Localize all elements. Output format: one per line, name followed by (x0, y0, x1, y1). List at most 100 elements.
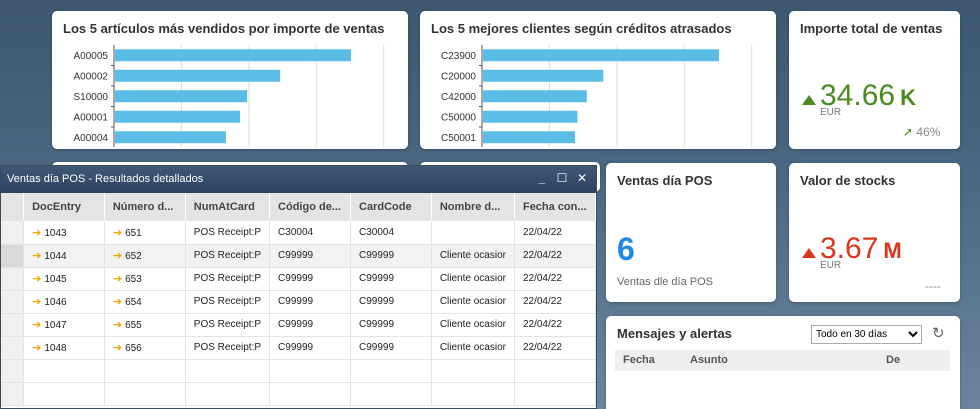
table-cell[interactable]: Cliente ocasior (431, 267, 515, 291)
table-cell[interactable] (23, 359, 105, 383)
top-items-bar[interactable] (115, 131, 226, 144)
table-cell[interactable]: POS Receipt:P (185, 313, 271, 337)
top-customers-bar[interactable] (483, 110, 578, 123)
table-cell[interactable] (431, 359, 515, 383)
table-cell[interactable]: ➔ 1048 (23, 336, 105, 360)
table-cell[interactable] (269, 359, 352, 383)
link-arrow-icon[interactable]: ➔ (32, 250, 41, 262)
column-header[interactable]: Nombre d... (431, 193, 515, 221)
messages-col-asunto[interactable]: Asunto (690, 354, 728, 366)
table-row[interactable]: ➔ 1044 ➔ 652 POS Receipt:P C99999 C99999 Client… (1, 244, 597, 268)
table-cell[interactable] (104, 359, 186, 383)
table-cell[interactable]: ➔ 654 (104, 290, 186, 314)
table-cell[interactable]: C30004 (269, 221, 352, 245)
table-row[interactable]: ➔ 1047 ➔ 655 POS Receipt:P C99999 C99999 Client… (1, 313, 597, 337)
close-icon[interactable]: ✕ (576, 171, 588, 185)
table-row[interactable]: ➔ 1048 ➔ 656 POS Receipt:P C99999 C99999 Client… (1, 336, 597, 360)
row-header[interactable] (1, 336, 25, 360)
row-header[interactable] (1, 221, 25, 245)
messages-col-de[interactable]: De (886, 354, 900, 366)
table-cell[interactable]: Cliente ocasior (431, 290, 515, 314)
table-cell[interactable]: ➔ 653 (104, 267, 186, 291)
table-cell[interactable]: C99999 (350, 290, 432, 314)
table-cell[interactable]: ➔ 655 (104, 313, 186, 337)
table-cell[interactable] (431, 382, 515, 406)
table-cell[interactable]: 22/04/22 (514, 221, 597, 245)
maximize-icon[interactable]: ☐ (556, 171, 568, 185)
column-header[interactable]: NumAtCard (185, 193, 271, 221)
table-cell[interactable] (350, 359, 432, 383)
table-cell[interactable]: ➔ 1044 (23, 244, 105, 268)
table-cell[interactable] (269, 382, 352, 406)
link-arrow-icon[interactable]: ➔ (113, 273, 122, 285)
table-cell[interactable] (185, 382, 271, 406)
window-titlebar[interactable]: Ventas día POS - Resultados detallados _… (1, 166, 596, 193)
column-header[interactable]: Fecha con... (514, 193, 597, 221)
table-cell[interactable]: ➔ 652 (104, 244, 186, 268)
table-cell[interactable]: ➔ 1043 (23, 221, 105, 245)
column-header[interactable]: Número d... (104, 193, 186, 221)
messages-filter-select[interactable]: Todo en 30 días (811, 325, 922, 344)
table-cell[interactable]: C99999 (350, 267, 432, 291)
table-cell[interactable]: C99999 (269, 313, 352, 337)
table-cell[interactable]: 22/04/22 (514, 244, 597, 268)
table-cell[interactable]: POS Receipt:P (185, 336, 271, 360)
row-header[interactable] (1, 290, 25, 314)
top-customers-bar[interactable] (483, 69, 604, 82)
table-cell[interactable]: C99999 (350, 336, 432, 360)
table-cell[interactable] (514, 382, 597, 406)
column-header[interactable]: Código de... (269, 193, 352, 221)
link-arrow-icon[interactable]: ➔ (113, 319, 122, 331)
table-cell[interactable]: ➔ 1047 (23, 313, 105, 337)
table-cell[interactable] (23, 382, 105, 406)
column-header[interactable]: DocEntry (23, 193, 105, 221)
table-cell[interactable]: Cliente ocasior (431, 336, 515, 360)
table-cell[interactable]: ➔ 651 (104, 221, 186, 245)
row-header[interactable] (1, 267, 25, 291)
top-items-bar[interactable] (115, 90, 248, 103)
table-cell[interactable]: 22/04/22 (514, 313, 597, 337)
top-items-bar[interactable] (115, 110, 241, 123)
row-header[interactable] (1, 244, 25, 268)
table-row[interactable] (1, 359, 597, 383)
top-items-bar[interactable] (115, 49, 351, 62)
table-cell[interactable]: C99999 (269, 336, 352, 360)
table-cell[interactable] (185, 359, 271, 383)
top-customers-bar[interactable] (483, 90, 587, 103)
table-row[interactable]: ➔ 1046 ➔ 654 POS Receipt:P C99999 C99999 Client… (1, 290, 597, 314)
link-arrow-icon[interactable]: ➔ (32, 319, 41, 331)
link-arrow-icon[interactable]: ➔ (32, 273, 41, 285)
refresh-icon[interactable]: ↻ (932, 324, 945, 342)
table-cell[interactable]: 22/04/22 (514, 336, 597, 360)
table-cell[interactable]: Cliente ocasior (431, 244, 515, 268)
top-customers-bar[interactable] (483, 131, 576, 144)
table-cell[interactable]: ➔ 656 (104, 336, 186, 360)
table-cell[interactable]: POS Receipt:P (185, 244, 271, 268)
table-cell[interactable]: POS Receipt:P (185, 221, 271, 245)
table-cell[interactable]: C30004 (350, 221, 432, 245)
row-header[interactable] (1, 359, 25, 383)
link-arrow-icon[interactable]: ➔ (113, 342, 122, 354)
link-arrow-icon[interactable]: ➔ (113, 296, 122, 308)
table-cell[interactable]: POS Receipt:P (185, 267, 271, 291)
table-cell[interactable]: C99999 (269, 290, 352, 314)
table-row[interactable] (1, 382, 597, 406)
link-arrow-icon[interactable]: ➔ (113, 227, 122, 239)
table-cell[interactable]: 22/04/22 (514, 290, 597, 314)
table-cell[interactable] (104, 382, 186, 406)
top-items-bar[interactable] (115, 69, 281, 82)
minimize-icon[interactable]: _ (536, 171, 548, 185)
table-cell[interactable]: ➔ 1046 (23, 290, 105, 314)
top-customers-bar[interactable] (483, 49, 719, 62)
table-row[interactable]: ➔ 1043 ➔ 651 POS Receipt:P C30004 C30004 22/04/… (1, 221, 597, 245)
link-arrow-icon[interactable]: ➔ (32, 342, 41, 354)
link-arrow-icon[interactable]: ➔ (113, 250, 122, 262)
table-row[interactable]: ➔ 1045 ➔ 653 POS Receipt:P C99999 C99999 Client… (1, 267, 597, 291)
link-arrow-icon[interactable]: ➔ (32, 296, 41, 308)
table-cell[interactable]: C99999 (269, 267, 352, 291)
link-arrow-icon[interactable]: ➔ (32, 227, 41, 239)
table-cell[interactable]: C99999 (350, 313, 432, 337)
table-cell[interactable]: POS Receipt:P (185, 290, 271, 314)
row-header[interactable] (1, 382, 25, 406)
table-cell[interactable] (431, 221, 515, 245)
